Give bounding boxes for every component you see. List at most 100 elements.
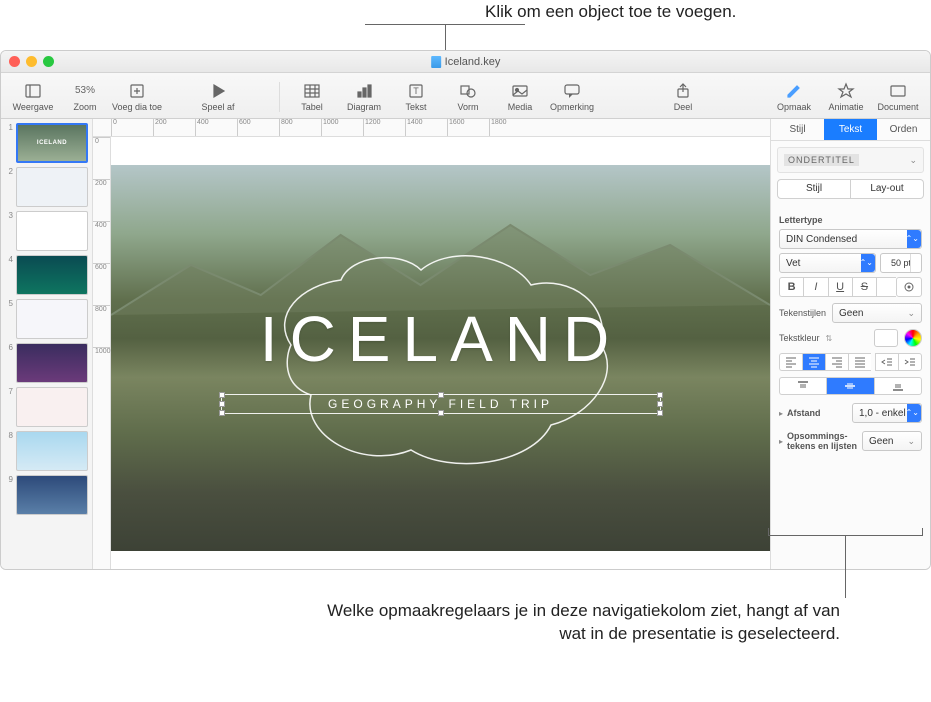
vertical-align-segmented (779, 377, 922, 395)
table-button[interactable]: Tabel (286, 75, 338, 118)
slide-number: 2 (5, 167, 13, 207)
text-button[interactable]: T Tekst (390, 75, 442, 118)
format-icon (784, 82, 804, 100)
subtitle-text-box[interactable]: GEOGRAPHY FIELD TRIP (221, 394, 661, 414)
bullets-select[interactable]: Geen ⌄ (862, 431, 922, 451)
titlebar: Iceland.key (1, 51, 930, 73)
slide-thumb-2[interactable] (16, 167, 88, 207)
slide-thumb-4[interactable] (16, 255, 88, 295)
valign-top-button[interactable] (779, 377, 826, 395)
zoom-button[interactable]: 53% Zoom (59, 75, 111, 118)
toolbar: Weergave 53% Zoom Voeg dia toe Speel af … (1, 73, 930, 119)
bullets-label: Opsommings- tekens en lijsten (787, 431, 858, 451)
valign-middle-button[interactable] (826, 377, 873, 395)
chevron-down-icon: ⌃⌄ (906, 409, 919, 417)
font-weight-select[interactable]: Vet ⌃⌄ (779, 253, 876, 273)
selection-handle[interactable] (657, 392, 663, 398)
paragraph-style-picker[interactable]: Ondertitel ⌄ (777, 147, 924, 173)
subtab-style[interactable]: Stijl (777, 179, 851, 199)
font-family-select[interactable]: DIN Condensed ⌃⌄ (779, 229, 922, 249)
slide-thumb-5[interactable] (16, 299, 88, 339)
chart-button[interactable]: Diagram (338, 75, 390, 118)
selection-handle[interactable] (438, 410, 444, 416)
indent-button[interactable] (898, 353, 922, 371)
color-wheel-button[interactable] (904, 329, 922, 347)
slide-title[interactable]: ICELAND (260, 302, 621, 376)
share-icon (673, 82, 693, 100)
tab-order[interactable]: Orden (877, 119, 930, 140)
callout-bracket (768, 528, 923, 536)
horizontal-align-segmented (779, 353, 922, 371)
share-button[interactable]: Deel (657, 75, 709, 118)
slide-content[interactable]: ICELAND GEOGRAPHY FIELD TRIP (111, 165, 770, 551)
minimize-window-button[interactable] (26, 56, 37, 67)
slide-thumb-6[interactable] (16, 343, 88, 383)
selection-handle[interactable] (219, 401, 225, 407)
close-window-button[interactable] (9, 56, 20, 67)
text-color-well[interactable] (874, 329, 898, 347)
selection-handle[interactable] (219, 410, 225, 416)
subtab-layout[interactable]: Lay-out (851, 179, 924, 199)
add-slide-button[interactable]: Voeg dia toe (111, 75, 163, 118)
view-button[interactable]: Weergave (7, 75, 59, 118)
slide-thumb-9[interactable] (16, 475, 88, 515)
chevron-down-icon: ⌃⌄ (860, 259, 873, 267)
play-button[interactable]: Speel af (163, 75, 273, 118)
char-styles-value: Geen (839, 308, 863, 319)
paragraph-style-value: Ondertitel (784, 154, 859, 166)
align-center-button[interactable] (802, 353, 825, 371)
char-styles-select[interactable]: Geen ⌄ (832, 303, 922, 323)
align-right-button[interactable] (825, 353, 848, 371)
inspector-tabs: Stijl Tekst Orden (771, 119, 930, 141)
slide-subtitle: GEOGRAPHY FIELD TRIP (222, 397, 660, 411)
advanced-gear-button[interactable] (896, 277, 922, 297)
document-button[interactable]: Document (872, 75, 924, 118)
char-styles-label: Tekenstijlen (779, 308, 826, 318)
format-button[interactable]: Opmaak (768, 75, 820, 118)
chart-icon (354, 82, 374, 100)
svg-text:T: T (413, 86, 419, 96)
font-weight-value: Vet (786, 258, 800, 269)
disclosure-triangle-icon[interactable]: ▸ (779, 437, 783, 446)
media-button[interactable]: Media (494, 75, 546, 118)
slide-number: 1 (5, 123, 13, 163)
bold-button[interactable]: B (779, 277, 803, 297)
shape-button[interactable]: Vorm (442, 75, 494, 118)
zoom-window-button[interactable] (43, 56, 54, 67)
slide-thumb-3[interactable] (16, 211, 88, 251)
tab-text[interactable]: Tekst (824, 119, 877, 140)
disclosure-triangle-icon[interactable]: ▸ (779, 409, 783, 418)
spacing-select[interactable]: 1,0 - enkel ⌃⌄ (852, 403, 922, 423)
toolbar-separator (279, 82, 280, 112)
valign-bottom-button[interactable] (874, 377, 922, 395)
slide-navigator[interactable]: 1 2 3 4 5 6 7 8 9 (1, 119, 93, 569)
selection-handle[interactable] (657, 410, 663, 416)
slide-thumb-7[interactable] (16, 387, 88, 427)
strikethrough-button[interactable]: S (852, 277, 876, 297)
align-justify-button[interactable] (848, 353, 871, 371)
spacing-label: Afstand (787, 408, 848, 418)
slide-number: 5 (5, 299, 13, 339)
selection-handle[interactable] (438, 392, 444, 398)
selection-handle[interactable] (219, 392, 225, 398)
slide-canvas[interactable]: ICELAND GEOGRAPHY FIELD TRIP (111, 137, 770, 569)
window-controls (9, 56, 54, 67)
font-size-stepper[interactable]: 50 pt (880, 253, 922, 273)
shape-icon (458, 82, 478, 100)
italic-button[interactable]: I (803, 277, 827, 297)
document-title: Iceland.key (431, 56, 501, 68)
slide-thumb-1[interactable] (16, 123, 88, 163)
outdent-button[interactable] (875, 353, 898, 371)
comment-button[interactable]: Opmerking (546, 75, 598, 118)
slide-thumb-8[interactable] (16, 431, 88, 471)
underline-button[interactable]: U (828, 277, 852, 297)
animate-button[interactable]: Animatie (820, 75, 872, 118)
updown-icon[interactable]: ⇅ (826, 334, 833, 343)
app-window: Iceland.key Weergave 53% Zoom Voeg dia t… (0, 50, 931, 570)
chevron-down-icon: ⌄ (907, 308, 915, 319)
align-left-button[interactable] (779, 353, 802, 371)
bullets-value: Geen (869, 436, 893, 447)
tab-style[interactable]: Stijl (771, 119, 824, 140)
slide-number: 7 (5, 387, 13, 427)
selection-handle[interactable] (657, 401, 663, 407)
